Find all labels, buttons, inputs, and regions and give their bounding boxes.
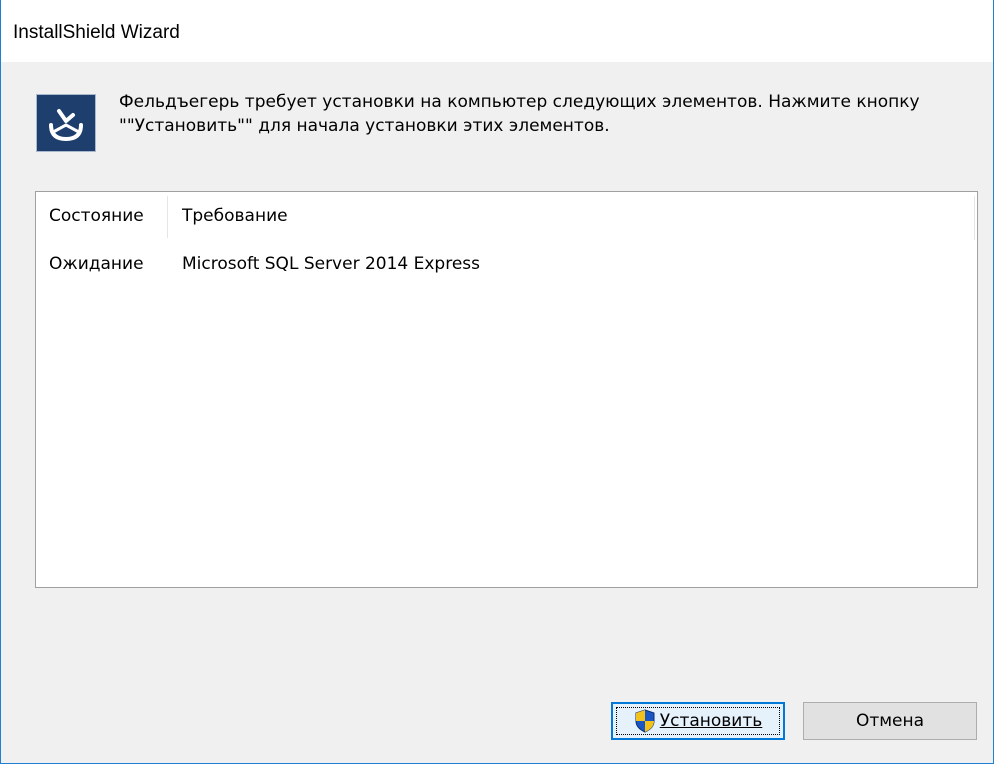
uac-shield-icon — [634, 709, 656, 733]
header-area: Фельдъегерь требует установки на компьют… — [1, 62, 993, 182]
installshield-logo-icon — [37, 95, 95, 151]
requirements-list[interactable]: Состояние Требование Ожидание Microsoft … — [35, 191, 978, 588]
column-header-requirement[interactable]: Требование — [182, 206, 288, 226]
row-requirement: Microsoft SQL Server 2014 Express — [182, 254, 481, 274]
install-message: Фельдъегерь требует установки на компьют… — [119, 92, 920, 136]
cancel-button[interactable]: Отмена — [803, 702, 977, 740]
list-item[interactable]: Ожидание Microsoft SQL Server 2014 Expre… — [36, 242, 977, 282]
title-bar[interactable]: InstallShield Wizard — [1, 0, 993, 62]
cancel-button-label: Отмена — [855, 711, 925, 731]
column-header-status[interactable]: Состояние — [49, 206, 144, 226]
column-divider[interactable] — [167, 196, 168, 238]
install-button[interactable]: Установить — [611, 702, 785, 740]
window-title: InstallShield Wizard — [13, 22, 180, 43]
column-divider-end — [974, 196, 975, 240]
installshield-app-icon — [36, 94, 96, 152]
row-status: Ожидание — [49, 254, 144, 274]
installer-window: InstallShield Wizard Фельдъегерь требует… — [0, 0, 994, 764]
list-header: Состояние Требование — [36, 192, 977, 242]
